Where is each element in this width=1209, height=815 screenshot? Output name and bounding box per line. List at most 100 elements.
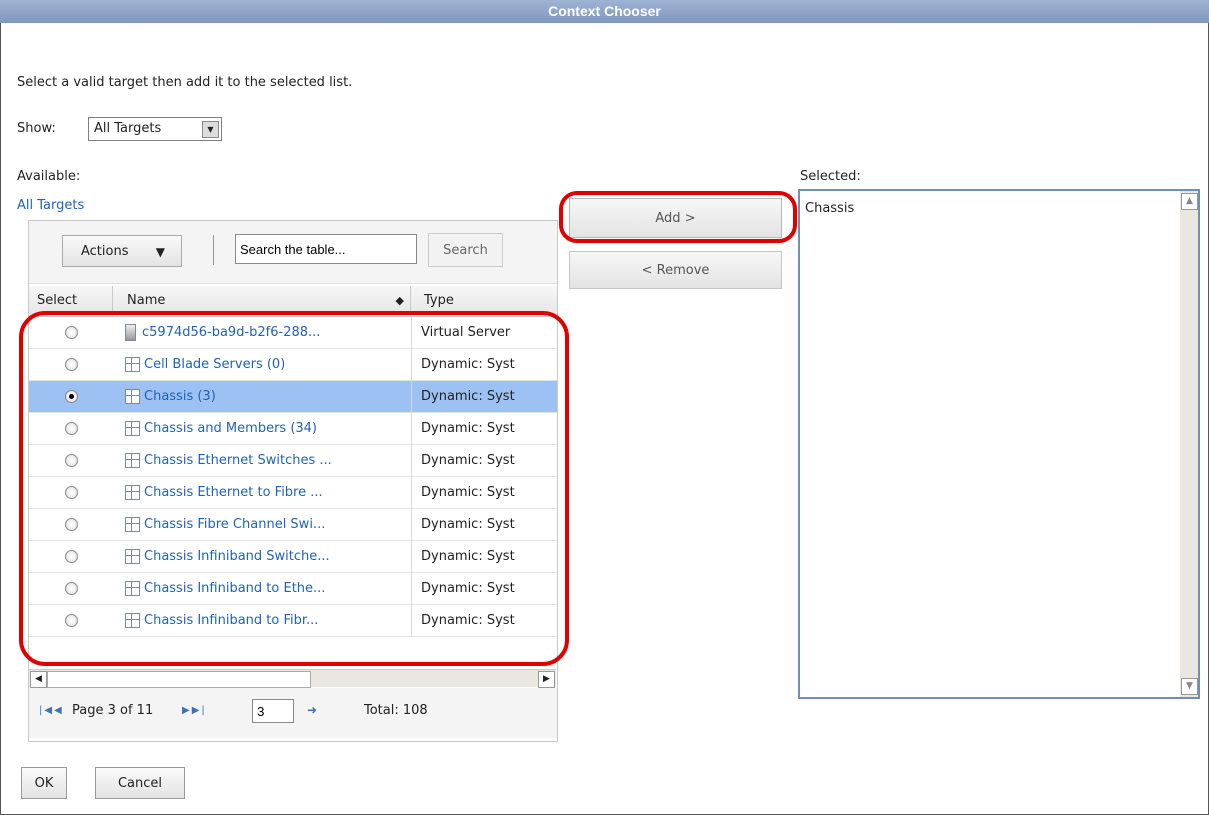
row-name-cell[interactable]: Chassis Infiniband to Fibr... xyxy=(125,605,407,636)
vertical-scrollbar[interactable]: ▲ ▼ xyxy=(1180,191,1198,697)
search-input[interactable] xyxy=(235,234,417,264)
row-name-link[interactable]: Cell Blade Servers (0) xyxy=(144,357,285,372)
scroll-down-icon[interactable]: ▼ xyxy=(1181,678,1198,695)
row-type-cell: Dynamic: Syst xyxy=(421,517,515,532)
selected-item[interactable]: Chassis xyxy=(805,201,854,216)
group-icon xyxy=(125,581,140,596)
row-name-cell[interactable]: Chassis Ethernet to Fibre ... xyxy=(125,477,407,508)
table-toolbar: Actions ▼ Search xyxy=(29,221,557,284)
selected-list[interactable]: Chassis ▲ ▼ xyxy=(798,189,1200,699)
table-row[interactable]: Chassis Fibre Channel Swi... Dynamic: Sys… xyxy=(29,509,557,541)
group-icon xyxy=(125,421,140,436)
group-icon xyxy=(125,453,140,468)
row-select-cell xyxy=(65,349,79,380)
row-name-cell[interactable]: Chassis Infiniband Switche... xyxy=(125,541,407,572)
row-name-link[interactable]: Chassis Ethernet to Fibre ... xyxy=(144,485,323,500)
breadcrumb-all-targets[interactable]: All Targets xyxy=(17,198,84,213)
row-name-cell[interactable]: Cell Blade Servers (0) xyxy=(125,349,407,380)
page-number-input[interactable] xyxy=(252,699,294,723)
table-header: Select Name ◆ Type xyxy=(29,286,557,317)
ok-button[interactable]: OK xyxy=(21,767,67,799)
chevron-down-icon[interactable]: ▼ xyxy=(202,121,219,138)
table-row[interactable]: Chassis (3) Dynamic: Syst xyxy=(29,381,557,413)
row-radio-button[interactable] xyxy=(65,326,78,339)
row-type-cell: Dynamic: Syst xyxy=(421,453,515,468)
table-row[interactable]: Chassis and Members (34) Dynamic: Syst xyxy=(29,413,557,445)
column-header-select[interactable]: Select xyxy=(29,286,113,316)
scrollbar-thumb[interactable] xyxy=(47,671,311,688)
table-row[interactable]: Chassis Infiniband Switche... Dynamic: Sy… xyxy=(29,541,557,573)
row-name-link[interactable]: Chassis Ethernet Switches ... xyxy=(144,453,332,468)
column-divider xyxy=(411,477,412,508)
table-row[interactable]: Cell Blade Servers (0) Dynamic: Syst xyxy=(29,349,557,381)
column-divider xyxy=(411,541,412,572)
group-icon xyxy=(125,357,140,372)
row-radio-button[interactable] xyxy=(65,454,78,467)
show-select[interactable]: All Targets ▼ xyxy=(88,117,222,141)
row-radio-button[interactable] xyxy=(65,518,78,531)
row-name-cell[interactable]: Chassis (3) xyxy=(125,381,407,412)
column-header-name-label: Name xyxy=(127,293,166,308)
row-name-link[interactable]: Chassis Infiniband to Ethe... xyxy=(144,581,325,596)
scroll-up-icon[interactable]: ▲ xyxy=(1181,193,1198,210)
sort-icon[interactable]: ◆ xyxy=(396,286,404,316)
row-type-cell: Dynamic: Syst xyxy=(421,389,515,404)
row-select-cell xyxy=(65,541,79,572)
row-radio-button[interactable] xyxy=(65,358,78,371)
row-radio-button[interactable] xyxy=(65,614,78,627)
row-select-cell xyxy=(65,573,79,604)
row-select-cell xyxy=(65,509,79,540)
row-type-cell: Dynamic: Syst xyxy=(421,421,515,436)
row-name-link[interactable]: Chassis (3) xyxy=(144,389,216,404)
total-count: Total: 108 xyxy=(364,703,428,718)
row-radio-button[interactable] xyxy=(65,390,78,403)
server-icon xyxy=(125,324,136,341)
go-arrow-icon[interactable]: ➜ xyxy=(307,703,317,717)
row-name-link[interactable]: c5974d56-ba9d-b2f6-288... xyxy=(142,325,320,340)
chevron-down-icon: ▼ xyxy=(155,245,165,259)
row-type-cell: Dynamic: Syst xyxy=(421,485,515,500)
column-header-name[interactable]: Name ◆ xyxy=(113,286,411,316)
row-select-cell xyxy=(65,381,79,412)
row-radio-button[interactable] xyxy=(65,422,78,435)
group-icon xyxy=(125,517,140,532)
table-row[interactable]: Chassis Ethernet to Fibre ... Dynamic: Sy… xyxy=(29,477,557,509)
column-divider xyxy=(411,509,412,540)
cancel-button[interactable]: Cancel xyxy=(95,767,185,799)
row-name-cell[interactable]: Chassis Ethernet Switches ... xyxy=(125,445,407,476)
row-name-cell[interactable]: c5974d56-ba9d-b2f6-288... xyxy=(125,317,407,348)
remove-button[interactable]: < Remove xyxy=(569,251,782,289)
column-divider xyxy=(411,317,412,348)
row-select-cell xyxy=(65,413,79,444)
table-row[interactable]: Chassis Infiniband to Fibr... Dynamic: Sy… xyxy=(29,605,557,637)
scroll-left-icon[interactable]: ◀ xyxy=(30,671,47,688)
first-prev-page-icons[interactable]: |◀◀ xyxy=(39,705,64,716)
row-name-link[interactable]: Chassis Fibre Channel Swi... xyxy=(144,517,325,532)
row-name-link[interactable]: Chassis and Members (34) xyxy=(144,421,317,436)
column-divider xyxy=(411,381,412,412)
column-divider xyxy=(411,605,412,636)
scroll-right-icon[interactable]: ▶ xyxy=(538,671,555,688)
row-type-cell: Dynamic: Syst xyxy=(421,581,515,596)
table-row[interactable]: c5974d56-ba9d-b2f6-288... Virtual Server xyxy=(29,317,557,349)
row-radio-button[interactable] xyxy=(65,582,78,595)
actions-button[interactable]: Actions ▼ xyxy=(62,235,182,267)
row-name-cell[interactable]: Chassis Fibre Channel Swi... xyxy=(125,509,407,540)
search-button[interactable]: Search xyxy=(428,233,503,267)
group-icon xyxy=(125,549,140,564)
row-select-cell xyxy=(65,317,79,348)
next-last-page-icons[interactable]: ▶▶| xyxy=(182,705,207,716)
row-name-cell[interactable]: Chassis Infiniband to Ethe... xyxy=(125,573,407,604)
available-table-panel: Actions ▼ Search Select Name ◆ Type c597… xyxy=(28,220,558,742)
row-radio-button[interactable] xyxy=(65,550,78,563)
row-radio-button[interactable] xyxy=(65,486,78,499)
row-name-link[interactable]: Chassis Infiniband to Fibr... xyxy=(144,613,318,628)
horizontal-scrollbar[interactable]: ◀ ▶ xyxy=(29,669,556,688)
table-row[interactable]: Chassis Infiniband to Ethe... Dynamic: Sy… xyxy=(29,573,557,605)
column-header-type[interactable]: Type xyxy=(411,286,557,316)
group-icon xyxy=(125,613,140,628)
row-name-link[interactable]: Chassis Infiniband Switche... xyxy=(144,549,330,564)
row-name-cell[interactable]: Chassis and Members (34) xyxy=(125,413,407,444)
add-button[interactable]: Add > xyxy=(569,198,782,238)
table-row[interactable]: Chassis Ethernet Switches ... Dynamic: Sy… xyxy=(29,445,557,477)
